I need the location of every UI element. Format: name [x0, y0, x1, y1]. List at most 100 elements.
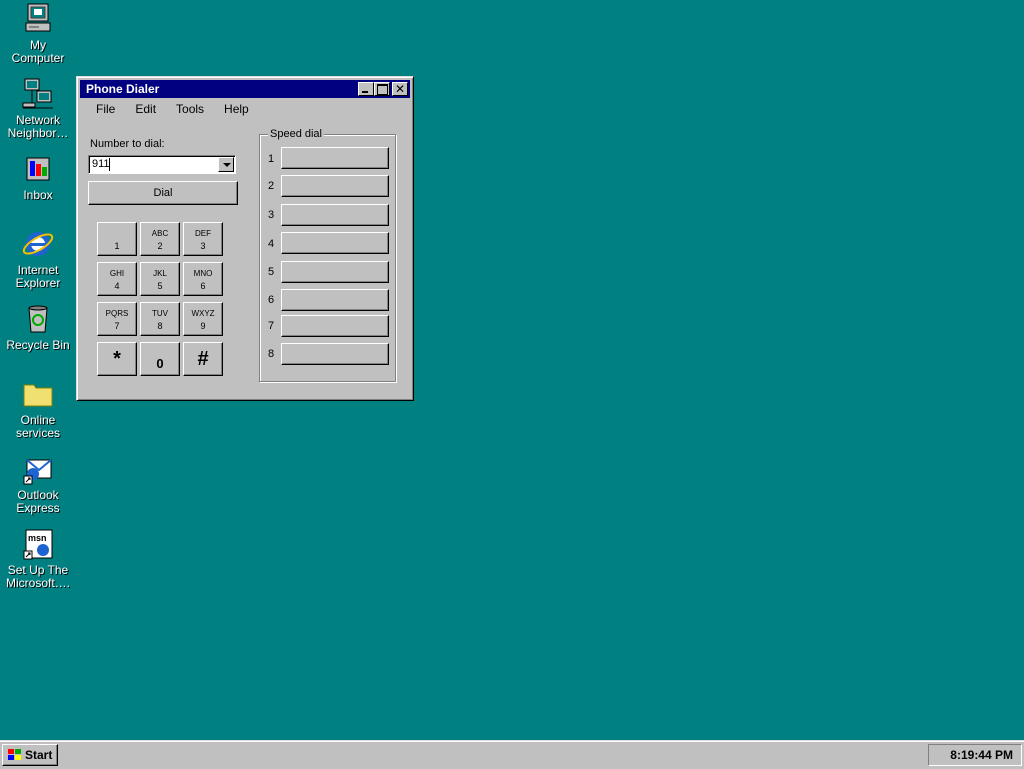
- speed-dial-legend: Speed dial: [268, 128, 324, 140]
- inbox-icon[interactable]: Inbox: [0, 152, 76, 202]
- speed-dial-number: 1: [268, 153, 275, 165]
- online-services-icon[interactable]: Online services: [0, 377, 76, 440]
- keypad-key-star[interactable]: *: [97, 342, 137, 376]
- internet-explorer-label: Internet Explorer: [15, 263, 61, 290]
- set-up-msn-label: Set Up The Microsoft….: [5, 563, 70, 590]
- speed-dial-button-3[interactable]: [281, 204, 389, 226]
- speed-dial-button-7[interactable]: [281, 315, 389, 337]
- keypad-digit: 1: [114, 241, 120, 251]
- keypad-letters: JKL: [153, 269, 167, 278]
- speed-dial-button-1[interactable]: [281, 147, 389, 169]
- keypad-key-5[interactable]: JKL 5: [140, 262, 180, 296]
- keypad-digit: 4: [114, 281, 120, 291]
- text-cursor: [109, 158, 110, 171]
- speed-dial-button-5[interactable]: [281, 261, 389, 283]
- internet-explorer-icon[interactable]: Internet Explorer: [0, 227, 76, 290]
- keypad-digit: 2: [157, 241, 163, 251]
- outlook-express-glyph-icon: [23, 459, 52, 485]
- keypad-digit: 3: [200, 241, 206, 251]
- speed-dial-number: 2: [268, 180, 275, 192]
- keypad-letters: MNO: [193, 269, 213, 278]
- keypad-symbol: #: [197, 348, 209, 370]
- speed-dial-number: 4: [268, 238, 275, 250]
- keypad-letters: ABC: [151, 229, 169, 238]
- keypad-digit: 7: [114, 321, 120, 331]
- keypad-key-4[interactable]: GHI 4: [97, 262, 137, 296]
- start-label: Start: [25, 748, 53, 762]
- close-icon: ✕: [394, 82, 406, 96]
- speed-dial-button-2[interactable]: [281, 175, 389, 197]
- keypad-letters: GHI: [109, 269, 125, 278]
- speed-dial-number: 3: [268, 209, 275, 221]
- number-to-dial-value: 911: [92, 158, 110, 170]
- recycle-bin-icon[interactable]: Recycle Bin: [0, 302, 76, 352]
- clock[interactable]: 8:19:44 PM: [950, 748, 1013, 762]
- keypad-symbol: 0: [156, 356, 164, 371]
- outlook-express-label: Outlook Express: [16, 488, 60, 515]
- recycle-bin-glyph-icon: [28, 305, 48, 333]
- msn-icon: msn: [23, 529, 53, 560]
- keypad-digit: 8: [157, 321, 163, 331]
- keypad-symbol: *: [113, 348, 121, 370]
- keypad-key-9[interactable]: WXYZ 9: [183, 302, 223, 336]
- keypad-key-2[interactable]: ABC 2: [140, 222, 180, 256]
- keypad-key-6[interactable]: MNO 6: [183, 262, 223, 296]
- speed-dial-number: 8: [268, 348, 275, 360]
- windows-logo-icon: [8, 749, 21, 760]
- network-neighborhood-label: Network Neighbor…: [7, 113, 69, 140]
- inbox-glyph-icon: [26, 157, 50, 181]
- keypad-key-1[interactable]: 1: [97, 222, 137, 256]
- keypad-letters: TUV: [152, 309, 168, 318]
- keypad-digit: 6: [200, 281, 206, 291]
- minimize-icon: [362, 91, 368, 93]
- ie-logo-icon: [22, 232, 54, 256]
- maximize-icon: [377, 84, 388, 95]
- window-title: Phone Dialer: [86, 82, 160, 96]
- online-services-label: Online services: [15, 413, 60, 440]
- close-button[interactable]: ✕: [392, 82, 408, 96]
- keypad-key-0[interactable]: 0: [140, 342, 180, 376]
- dial-button-label: Dial: [153, 187, 173, 199]
- keypad-key-hash[interactable]: #: [183, 342, 223, 376]
- number-to-dial-combo[interactable]: 911: [88, 155, 236, 174]
- keypad-digit: 5: [157, 281, 163, 291]
- keypad-key-3[interactable]: DEF 3: [183, 222, 223, 256]
- taskbar: Start 8:19:44 PM: [0, 740, 1024, 769]
- number-to-dial-label: Number to dial:: [90, 138, 165, 150]
- minimize-button[interactable]: [358, 82, 374, 96]
- keypad-letters: PQRS: [105, 309, 129, 318]
- keypad-letters: WXYZ: [191, 309, 215, 318]
- keypad-key-8[interactable]: TUV 8: [140, 302, 180, 336]
- inbox-label: Inbox: [23, 188, 53, 202]
- menu-tools[interactable]: Tools: [164, 99, 212, 119]
- maximize-button[interactable]: [374, 82, 390, 96]
- network-icon: [22, 78, 53, 109]
- recycle-bin-label: Recycle Bin: [6, 338, 70, 352]
- system-tray: 8:19:44 PM: [928, 744, 1022, 766]
- network-neighborhood-icon[interactable]: Network Neighbor…: [0, 77, 76, 140]
- outlook-express-icon[interactable]: Outlook Express: [0, 452, 76, 515]
- computer-icon: [25, 3, 51, 32]
- my-computer-icon[interactable]: My Computer: [0, 2, 76, 65]
- menu-file[interactable]: File: [80, 99, 123, 119]
- speed-dial-button-8[interactable]: [281, 343, 389, 365]
- dial-button[interactable]: Dial: [88, 181, 238, 205]
- title-bar[interactable]: Phone Dialer ✕: [80, 80, 410, 98]
- menu-edit[interactable]: Edit: [123, 99, 164, 119]
- speed-dial-number: 5: [268, 266, 275, 278]
- menu-bar: File Edit Tools Help: [80, 99, 410, 119]
- my-computer-label: My Computer: [11, 38, 65, 65]
- svg-text:msn: msn: [28, 533, 47, 543]
- keypad-letters: DEF: [195, 229, 211, 238]
- speed-dial-button-6[interactable]: [281, 289, 389, 311]
- set-up-msn-icon[interactable]: msn Set Up The Microsoft….: [0, 527, 76, 590]
- speed-dial-number: 6: [268, 294, 275, 306]
- keypad-digit: 9: [200, 321, 206, 331]
- speed-dial-button-4[interactable]: [281, 232, 389, 254]
- dropdown-arrow-icon[interactable]: [218, 157, 234, 172]
- menu-help[interactable]: Help: [212, 99, 257, 119]
- speed-dial-number: 7: [268, 320, 275, 332]
- folder-icon: [23, 384, 53, 407]
- keypad-key-7[interactable]: PQRS 7: [97, 302, 137, 336]
- start-button[interactable]: Start: [2, 744, 58, 766]
